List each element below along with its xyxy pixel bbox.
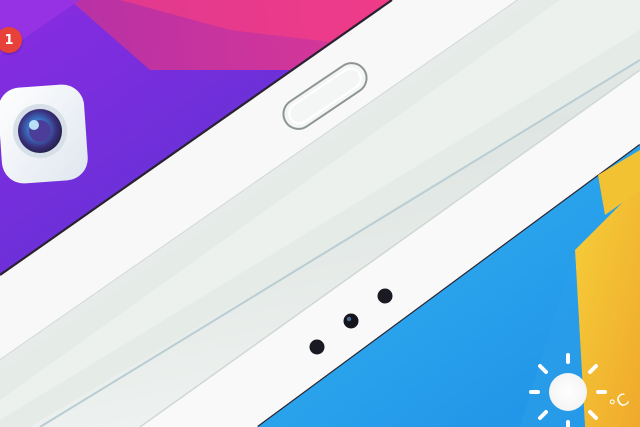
front-camera-icon <box>343 313 359 329</box>
tablet-scene <box>0 0 640 427</box>
camera-icon[interactable] <box>0 83 89 185</box>
sensor-dot-left <box>309 339 325 355</box>
sensor-dot-right <box>377 288 393 304</box>
